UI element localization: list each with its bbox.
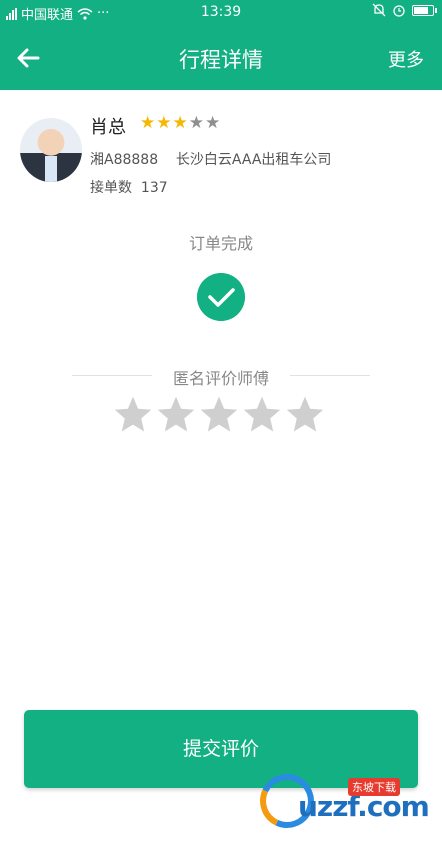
checkmark-icon	[197, 273, 245, 321]
review-star-icon[interactable]	[284, 394, 326, 436]
driver-plate-company: 湘A88888 长沙白云AAA出租车公司	[90, 152, 332, 168]
driver-rating: ★ ★ ★ ★ ★	[140, 113, 220, 133]
mute-bell-icon	[372, 3, 386, 17]
review-label: 匿名评价师傅	[172, 369, 269, 388]
review-star-icon[interactable]	[112, 394, 154, 436]
review-star-icon[interactable]	[241, 394, 283, 436]
header-bar: 中国联通 ··· 13:39 行程详情 更多	[0, 0, 442, 90]
review-divider: 匿名评价师傅	[0, 364, 442, 388]
divider-line-right	[290, 375, 370, 376]
driver-orders: 接单数 137	[90, 177, 168, 197]
review-star-icon[interactable]	[155, 394, 197, 436]
status-bar: 中国联通 ··· 13:39	[0, 0, 442, 26]
more-button[interactable]: 更多	[388, 46, 424, 72]
review-star-icon[interactable]	[198, 394, 240, 436]
star-empty-icon: ★	[205, 113, 221, 133]
star-filled-icon: ★	[172, 113, 188, 133]
orders-count: 137	[140, 180, 168, 196]
orders-label: 接单数	[90, 180, 132, 196]
battery-icon	[412, 4, 437, 16]
driver-name: 肖总	[90, 117, 126, 138]
page-title: 行程详情	[179, 48, 263, 72]
star-filled-icon: ★	[140, 113, 156, 133]
order-status: 订单完成	[188, 234, 253, 253]
nav-bar: 行程详情 更多	[0, 26, 442, 90]
watermark-logo: uzzf.com 东坡下载	[252, 766, 442, 841]
driver-avatar	[20, 118, 82, 182]
watermark-badge: 东坡下载	[348, 778, 400, 796]
star-filled-icon: ★	[156, 113, 172, 133]
alarm-icon	[393, 5, 405, 17]
status-right	[372, 3, 437, 17]
star-empty-icon: ★	[188, 113, 204, 133]
review-stars	[112, 394, 326, 436]
